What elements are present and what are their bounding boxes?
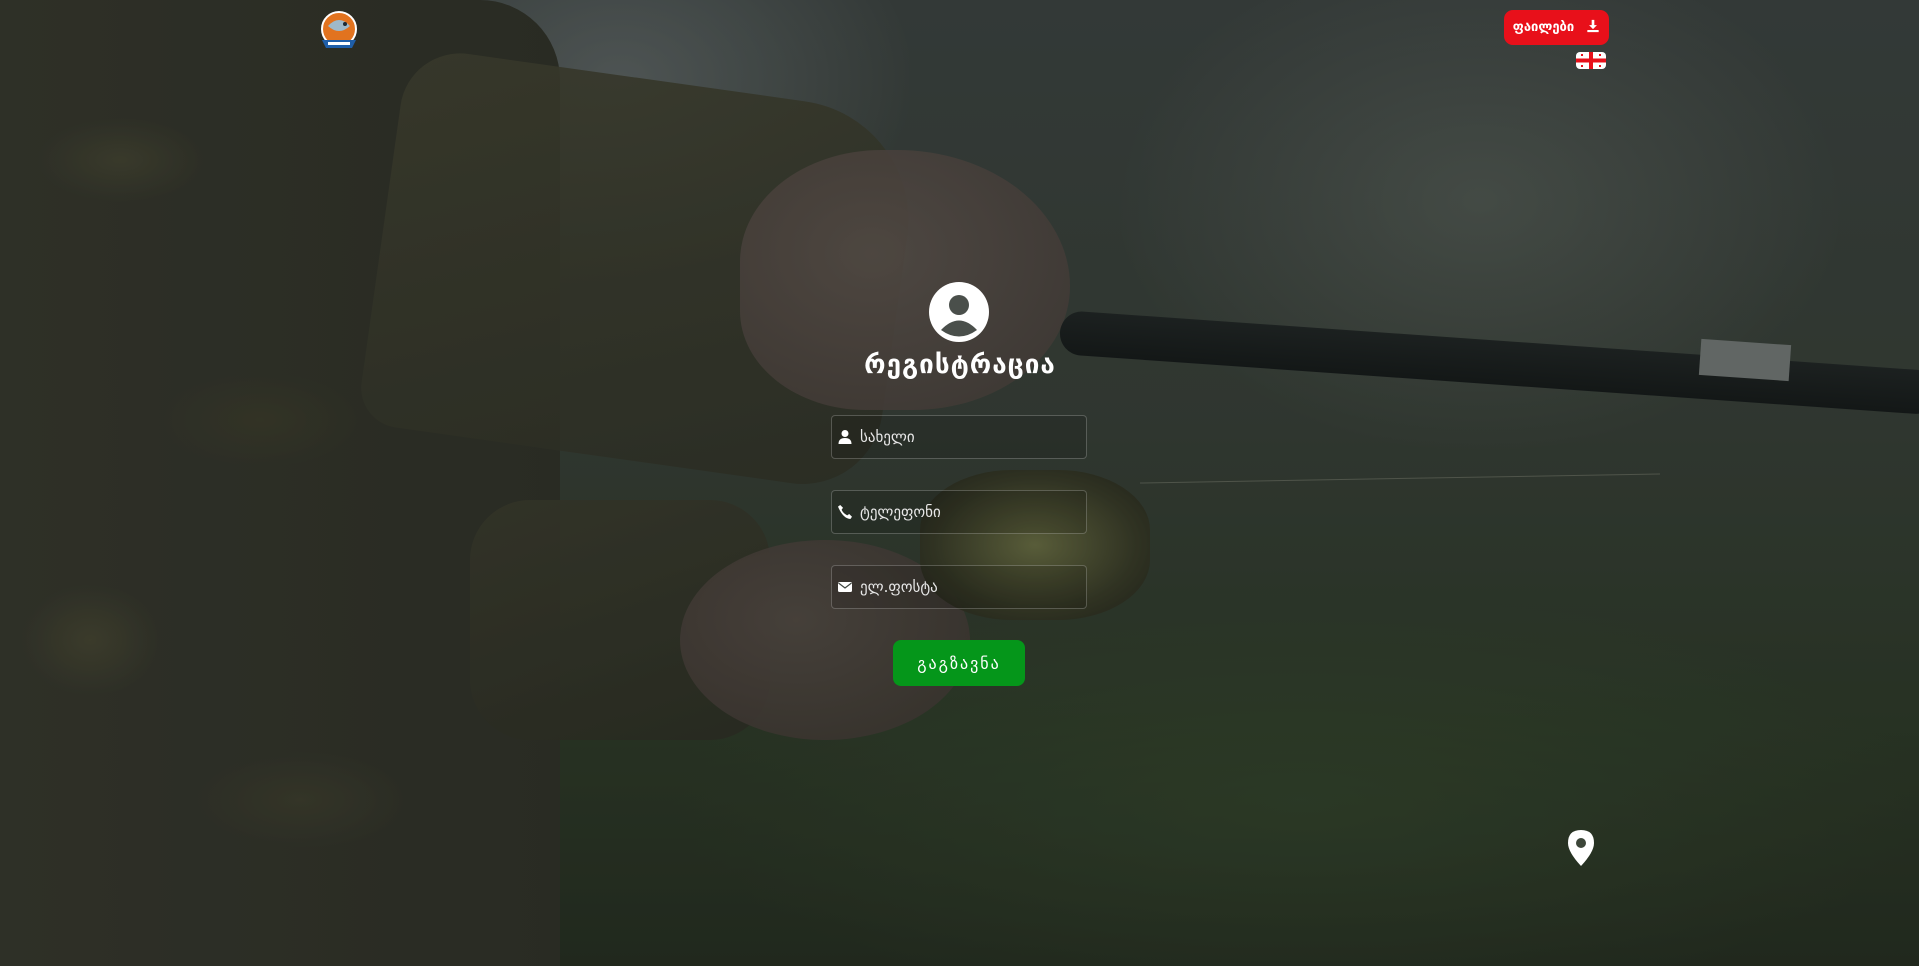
georgian-flag-icon[interactable] — [1576, 52, 1606, 69]
map-marker-icon[interactable] — [1567, 830, 1595, 866]
registration-title: რეგისტრაცია — [864, 350, 1056, 380]
files-download-button[interactable]: ფაილები — [1504, 10, 1609, 45]
background-dark-overlay — [0, 0, 1919, 966]
fishing-club-logo[interactable] — [316, 8, 362, 54]
envelope-icon — [836, 578, 854, 596]
email-input[interactable] — [860, 566, 1086, 608]
submit-button[interactable]: გაგზავნა — [893, 640, 1025, 686]
user-icon — [836, 428, 854, 446]
phone-icon — [836, 503, 854, 521]
phone-input[interactable] — [860, 491, 1086, 533]
download-icon — [1586, 19, 1600, 37]
name-input[interactable] — [860, 416, 1086, 458]
files-button-label: ფაილები — [1512, 20, 1575, 35]
name-field[interactable] — [831, 415, 1087, 459]
user-circle-icon — [928, 281, 990, 343]
registration-page: ფაილები რეგისტრაცია სახელი ტელეფონი ელ.ფ… — [0, 0, 1919, 966]
email-field[interactable] — [831, 565, 1087, 609]
phone-field[interactable] — [831, 490, 1087, 534]
